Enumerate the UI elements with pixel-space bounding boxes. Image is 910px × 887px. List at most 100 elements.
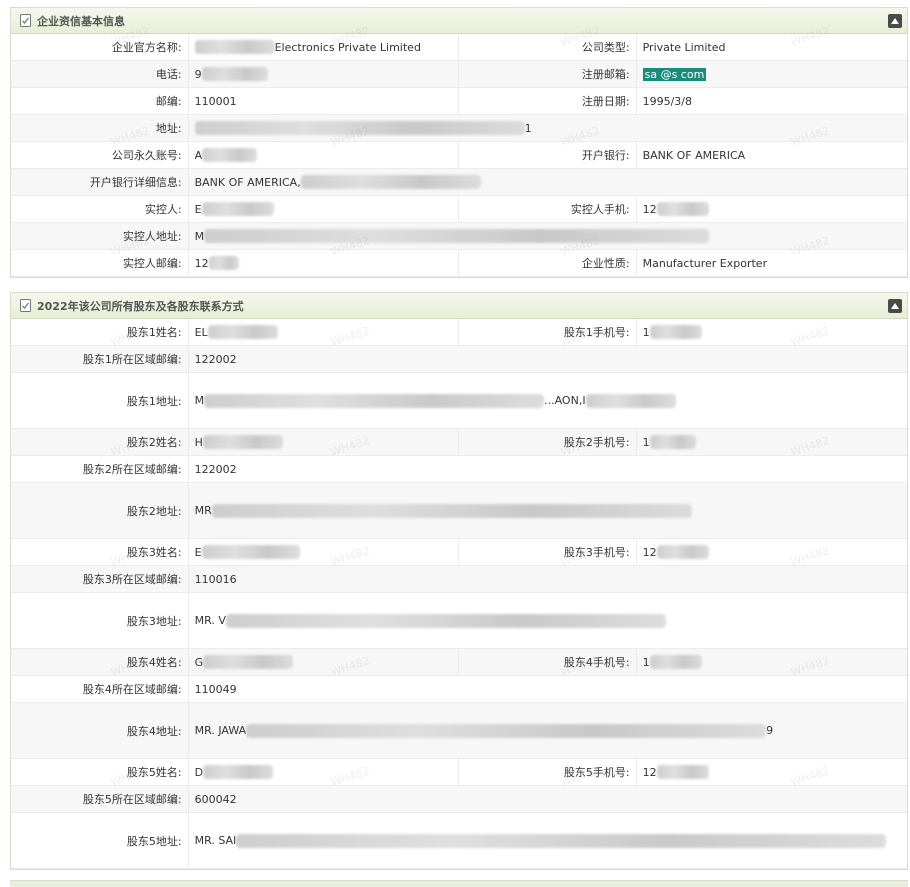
field-label: 股东3姓名: [11,539,189,565]
field-label: 股东2所在区域邮编: [11,456,189,482]
redacted-text [208,256,239,270]
field-label: 股东4地址: [11,703,189,758]
field-label: 股东2地址: [11,483,189,538]
field-label: 企业官方名称: [11,34,189,60]
field-text: 邮编: [155,95,182,108]
redacted-text [202,148,258,162]
table-row: 股东1姓名: EL 股东1手机号: 1 [11,319,907,346]
table-row: 邮编: 110001 注册日期: 1995/3/8 [11,88,907,115]
field-label: 地址: [11,115,189,141]
triangle-up-icon [891,303,899,309]
field-text: G [194,655,204,669]
field-text: 公司永久账号: [111,149,182,162]
field-value: D [189,759,459,785]
redacted-text [656,202,709,216]
table-row: 开户银行详细信息: BANK OF AMERICA, [11,169,907,196]
field-value: 1 [637,649,907,675]
field-value: BANK OF AMERICA [637,142,907,168]
field-value: MR. SAI [189,813,907,868]
field-label: 股东5所在区域邮编: [11,786,189,812]
field-value: EL [189,319,459,345]
field-text: Manufacturer Exporter [642,256,768,270]
field-text: EL [194,325,208,339]
field-value: Private Limited [637,34,907,60]
field-text: M [194,229,205,243]
redacted-text [204,393,545,408]
redacted-text [204,229,710,243]
field-label: 股东2姓名: [11,429,189,455]
field-text: 1 [642,435,650,449]
field-text: 股东1地址: [126,394,182,408]
table-row: 股东1地址: M ...AON,I [11,373,907,429]
document-check-icon [20,299,31,312]
field-value: G [189,649,459,675]
field-text: D [194,765,204,779]
redacted-text [202,435,283,449]
field-text: 股东5所在区域邮编: [82,793,182,806]
field-text: 12 [642,545,657,559]
field-value: 122002 [189,346,907,372]
field-text: 股东4手机号: [563,656,630,669]
field-text: 实控人手机: [570,203,630,216]
redacted-text [203,655,294,669]
table-row: 地址: 1 [11,115,907,142]
field-label: 实控人: [11,196,189,222]
field-text: 股东4所在区域邮编: [82,683,182,696]
field-label: 开户银行: [459,142,637,168]
redacted-text [201,67,268,81]
table-row: 股东2地址: MR [11,483,907,539]
field-value: E [189,196,459,222]
table-row: 实控人邮编: 12 企业性质: Manufacturer Exporter [11,250,907,277]
field-label: 股东5姓名: [11,759,189,785]
field-text: 122002 [194,462,237,476]
field-text: 股东2手机号: [563,436,630,449]
field-text: 实控人: [144,203,182,216]
field-label: 公司类型: [459,34,637,60]
company-credit-panel: 企业资信基本信息 企业官方名称: Electronics Private Limi… [10,7,908,278]
field-value: E [189,539,459,565]
panel-header: 2022年该公司所有股东及各股东联系方式 [11,293,907,319]
field-label: 股东3手机号: [459,539,637,565]
field-text: BANK OF AMERICA, [194,175,301,189]
redacted-text [203,765,274,779]
table-row: 实控人地址: M [11,223,907,250]
redacted-text [649,435,696,449]
field-text: 股东2所在区域邮编: [82,463,182,476]
redacted-text [656,545,709,559]
field-label: 股东3地址: [11,593,189,648]
table-row: 股东2姓名: H 股东2手机号: 1 [11,429,907,456]
field-text: 110049 [194,682,237,696]
field-value: 12 [637,759,907,785]
collapse-button[interactable] [888,299,902,313]
field-value: Manufacturer Exporter [637,250,907,276]
panel-title: 企业资信基本信息 [37,14,125,28]
field-text: 122002 [194,352,237,366]
field-text: 股东1手机号: [563,326,630,339]
field-text: 股东1姓名: [126,326,182,339]
field-label: 股东5手机号: [459,759,637,785]
field-label: 股东1手机号: [459,319,637,345]
field-value: 1995/3/8 [637,88,907,114]
field-label: 邮编: [11,88,189,114]
field-text: A [194,148,203,162]
field-text: 110016 [194,572,237,586]
field-text: 企业官方名称: [111,41,182,54]
field-label: 电话: [11,61,189,87]
field-text: 12 [642,765,657,779]
field-text: 股东2地址: [126,504,182,518]
field-value: 12 [637,196,907,222]
field-value: BANK OF AMERICA, [189,169,907,195]
table-row: 股东4所在区域邮编: 110049 [11,676,907,703]
document-check-icon [20,14,31,27]
field-text: MR [194,504,212,517]
field-text: ...AON,I [544,394,586,407]
field-value: M [189,223,907,249]
field-value: 600042 [189,786,907,812]
redacted-text [656,765,709,779]
redacted-text [585,393,676,408]
field-text: 股东5手机号: [563,766,630,779]
field-text: 股东4地址: [126,724,182,738]
field-text: 公司类型: [581,41,630,54]
field-text: 9 [194,67,202,81]
collapse-button[interactable] [888,14,902,28]
